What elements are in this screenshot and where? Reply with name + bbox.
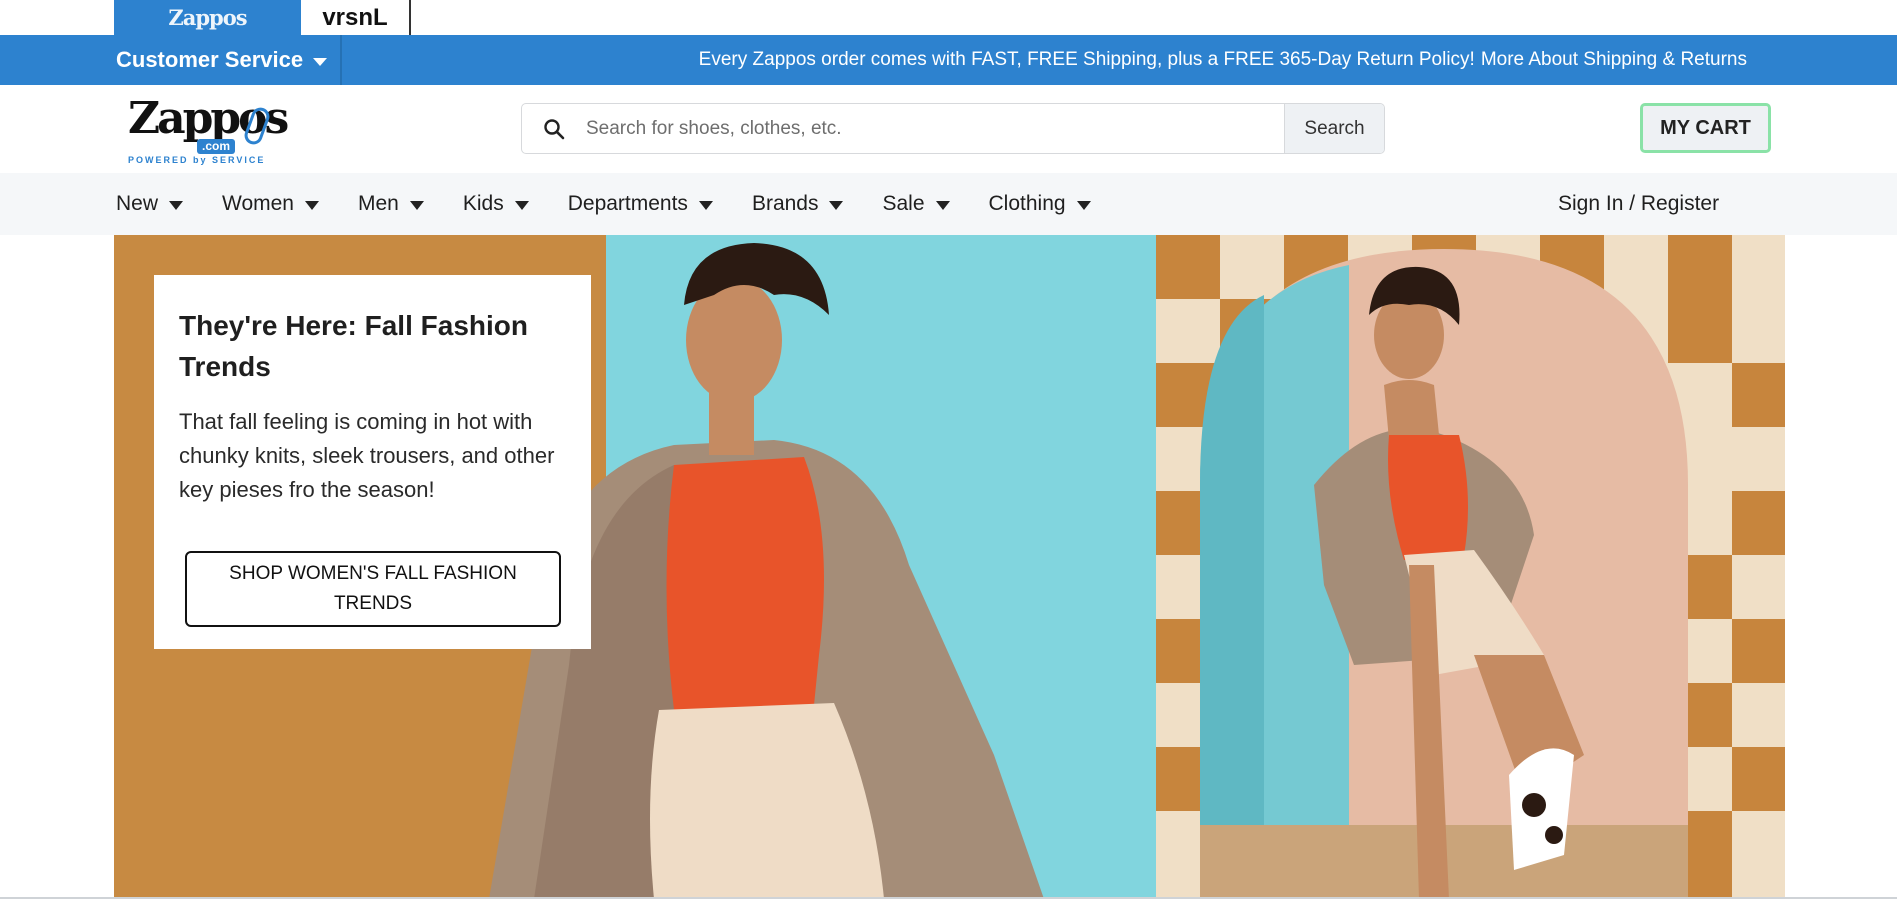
promo-text: Every Zappos order comes with FAST, FREE… [698,49,1475,70]
chevron-down-icon [829,201,844,210]
chevron-down-icon [409,201,424,210]
site-tab-zappos[interactable]: Zappos [114,0,301,35]
nav-item-label: Women [222,192,294,215]
nav-item-label: Departments [567,192,688,215]
nav-item-kids[interactable]: Kids [463,192,529,216]
nav-item-men[interactable]: Men [358,192,424,216]
nav-item-label: Sale [882,192,925,215]
my-cart-button[interactable]: MY CART [1640,103,1771,153]
nav-list: New Women Men Kids Departments Brands Sa… [116,173,1130,235]
shop-womens-fall-fashion-button[interactable]: SHOP WOMEN'S FALL FASHION TRENDS [185,551,561,627]
hero-title: They're Here: Fall Fashion Trends [179,310,528,382]
search-box: Search [521,103,1385,154]
logo-com: .com [197,139,236,154]
chevron-down-icon [1076,201,1091,210]
search-input[interactable] [586,104,1284,153]
divider [340,35,342,85]
chevron-down-icon [698,201,713,210]
logo-tagline: POWERED by SERVICE [128,155,266,165]
shipping-promo: Every Zappos order comes with FAST, FREE… [699,35,1747,85]
hero-card: They're Here: Fall Fashion Trends That f… [154,275,591,649]
site-header: Zappos .com POWERED by SERVICE Search MY… [0,85,1897,173]
search-icon[interactable] [522,104,586,153]
chevron-down-icon [169,201,184,210]
nav-item-departments[interactable]: Departments [568,192,713,216]
chevron-down-icon [935,201,950,210]
customer-service-bar: Customer Service Every Zappos order come… [0,35,1897,85]
nav-item-sale[interactable]: Sale [882,192,950,216]
hero-text: That fall feeling is coming in hot with … [179,409,555,502]
nav-item-new[interactable]: New [116,192,184,216]
nav-item-label: New [116,192,159,215]
search-button[interactable]: Search [1284,104,1384,153]
zappos-mini-logo: Zappos [168,5,247,30]
hero-banner[interactable]: They're Here: Fall Fashion Trends That f… [114,235,1785,899]
nav-item-label: Clothing [988,192,1066,215]
zappos-logo[interactable]: Zappos .com POWERED by SERVICE [124,93,289,165]
shipping-returns-link[interactable]: More About Shipping & Returns [1481,49,1747,71]
chevron-down-icon [514,201,529,210]
chevron-down-icon [313,57,328,66]
nav-item-clothing[interactable]: Clothing [989,192,1091,216]
nav-item-label: Men [358,192,399,215]
customer-service-menu[interactable]: Customer Service [116,35,328,85]
site-tab-vrsnl[interactable]: vrsnL [301,0,411,35]
sign-in-register-link[interactable]: Sign In / Register [1558,173,1719,235]
nav-item-women[interactable]: Women [222,192,319,216]
nav-item-brands[interactable]: Brands [752,192,844,216]
main-nav: New Women Men Kids Departments Brands Sa… [0,173,1897,235]
customer-service-label: Customer Service [116,47,304,72]
nav-item-label: Kids [462,192,504,215]
site-tabs: Zappos vrsnL [0,0,1897,35]
nav-item-label: Brands [751,192,819,215]
chevron-down-icon [305,201,319,210]
